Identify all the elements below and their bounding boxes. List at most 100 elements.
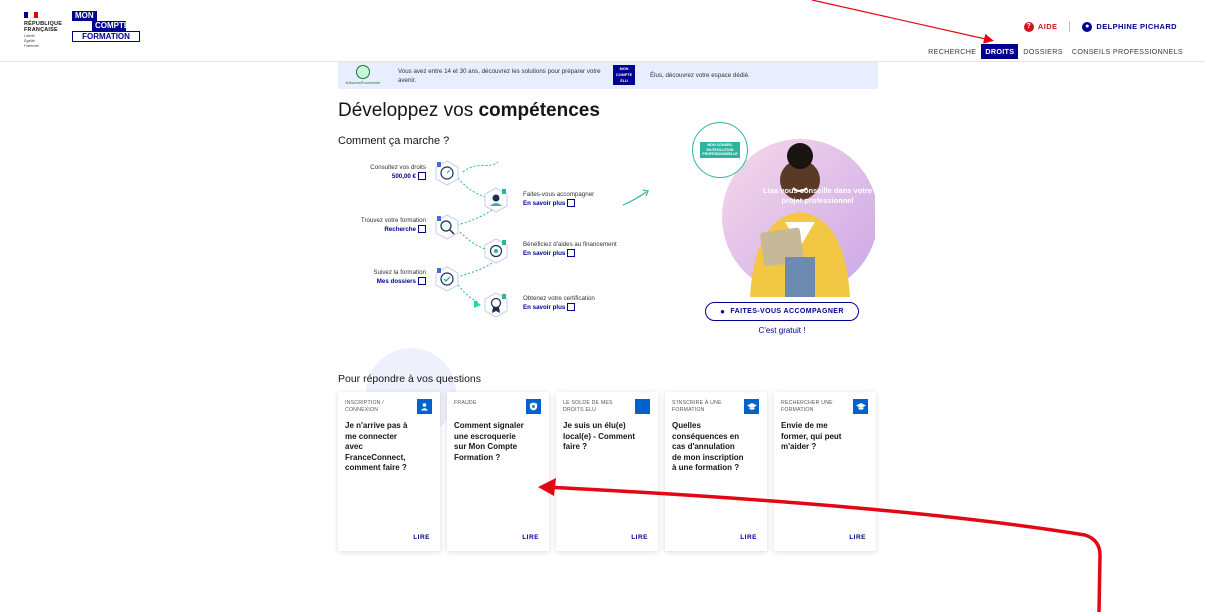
mon-compte-formation-logo[interactable]: MON COMPTE FORMATION — [72, 11, 140, 42]
faq-card-question: Envie de me former, qui peut m'aider ? — [781, 421, 842, 451]
faq-card-solde-elu[interactable]: LE SOLDE DE MES DROITS ELU Je suis un él… — [556, 392, 658, 551]
steps-diagram: Consultez vos droits 500,00 € Faites-vou… — [338, 150, 678, 325]
step-5-link-text: Mes dossiers — [376, 278, 416, 285]
faq-card-question: Comment signaler une escroquerie sur Mon… — [454, 421, 524, 462]
external-link-icon — [418, 277, 426, 286]
step-5-link[interactable]: Mes dossiers — [348, 277, 426, 286]
step-4-link[interactable]: En savoir plus — [523, 249, 663, 258]
jeunes-avenir-logo[interactable]: #JeunesPourAvenir — [344, 65, 382, 87]
external-link-icon — [567, 199, 576, 208]
free-note: C'est gratuit ! — [758, 326, 806, 335]
shield-icon — [526, 399, 541, 414]
external-link-icon — [567, 249, 576, 258]
step-financing: Bénéficiez d'aides au financement En sav… — [523, 240, 663, 258]
faq-card-inscrire-formation[interactable]: S'INSCRIRE À UNE FORMATION Quelles consé… — [665, 392, 767, 551]
step-1-link[interactable]: 500,00 € — [348, 172, 426, 181]
get-support-label: FAITES-VOUS ACCOMPAGNER — [730, 308, 844, 315]
step-2-link[interactable]: En savoir plus — [523, 199, 643, 208]
faq-card-question: Je suis un élu(e) local(e) - Comment fai… — [563, 421, 636, 451]
blank-icon — [635, 399, 650, 414]
step-5-label: Suivez la formation — [373, 269, 426, 276]
external-link-icon — [418, 225, 426, 234]
faq-card-category: INSCRIPTION / CONNEXION — [345, 400, 384, 413]
how-it-works-heading: Comment ça marche ? — [338, 135, 450, 147]
info-banner: #JeunesPourAvenir Vous avez entre 14 et … — [338, 62, 878, 89]
faq-card-fraude[interactable]: FRAUDE Comment signaler une escroquerie … — [447, 392, 549, 551]
logo-line-mon: MON — [72, 11, 97, 21]
banner-youth-link[interactable]: Vous avez entre 14 et 30 ans, découvrez … — [398, 67, 608, 85]
magnifier-icon — [435, 214, 459, 240]
page-title-regular: Développez vos — [338, 100, 479, 121]
page-title-bold: compétences — [478, 100, 600, 121]
get-support-button[interactable]: ● FAITES-VOUS ACCOMPAGNER — [705, 302, 859, 321]
faq-card-category: FRAUDE — [454, 400, 477, 406]
graduation-cap-icon — [853, 399, 868, 414]
elu-logo-line-3: ÉLU — [620, 79, 628, 83]
republique-francaise-logo[interactable]: RÉPUBLIQUE FRANÇAISE Liberté Égalité Fra… — [24, 12, 66, 48]
header-separator — [1069, 21, 1071, 32]
question-mark-icon: ? — [1023, 21, 1034, 32]
step-1-link-text: 500,00 € — [391, 173, 416, 180]
read-link[interactable]: LIRE — [631, 534, 648, 541]
step-2-label: Faites-vous accompagner — [523, 191, 595, 198]
logo-line-formation: FORMATION — [72, 31, 140, 42]
step-consult-rights: Consultez vos droits 500,00 € — [348, 163, 426, 181]
step-follow-training: Suivez la formation Mes dossiers — [348, 268, 426, 286]
read-link[interactable]: LIRE — [413, 534, 430, 541]
jeunes-avenir-badge-icon — [356, 65, 370, 79]
funding-icon — [484, 238, 508, 264]
step-get-support: Faites-vous accompagner En savoir plus — [523, 190, 643, 208]
read-link[interactable]: LIRE — [849, 534, 866, 541]
account-icon: ● — [1082, 21, 1093, 32]
motto-fraternite: Fraternité — [24, 44, 39, 48]
republique-line-2: FRANÇAISE — [24, 27, 58, 33]
step-3-link-text: Recherche — [384, 226, 416, 233]
conseil-evolution-badge: MON CONSEIL EN ÉVOLUTION PROFESSIONNELLE — [692, 122, 748, 178]
read-link[interactable]: LIRE — [522, 534, 539, 541]
step-find-training: Trouvez votre formation Recherche — [338, 216, 426, 234]
person-icon: ● — [720, 307, 726, 316]
read-link[interactable]: LIRE — [740, 534, 757, 541]
help-link[interactable]: ? AIDE — [1023, 21, 1058, 32]
step-certification: Obtenez votre certification En savoir pl… — [523, 294, 643, 312]
site-header: RÉPUBLIQUE FRANÇAISE Liberté Égalité Fra… — [0, 0, 1205, 62]
faq-card-category: S'INSCRIRE À UNE FORMATION — [672, 400, 722, 413]
user-account-link[interactable]: ● DELPHINE PICHARD — [1082, 21, 1177, 32]
gauge-icon — [435, 160, 459, 186]
user-icon — [417, 399, 432, 414]
help-label: AIDE — [1037, 22, 1058, 31]
french-flag-icon — [24, 12, 38, 18]
step-4-label: Bénéficiez d'aides au financement — [523, 241, 617, 248]
main-navigation: RECHERCHE DROITS DOSSIERS CONSEILS PROFE… — [923, 44, 1187, 59]
header-tools: ? AIDE ● DELPHINE PICHARD — [1023, 21, 1177, 32]
faq-card-question: Quelles conséquences en cas d'annulation… — [672, 421, 744, 472]
nav-item-recherche[interactable]: RECHERCHE — [924, 44, 980, 59]
external-link-icon — [418, 172, 426, 181]
faq-heading: Pour répondre à vos questions — [338, 373, 482, 385]
nav-item-dossiers[interactable]: DOSSIERS — [1019, 44, 1067, 59]
nav-item-conseils-professionnels[interactable]: CONSEILS PROFESSIONNELS — [1068, 44, 1187, 59]
motto-liberte: Liberté — [24, 34, 35, 38]
step-6-link[interactable]: En savoir plus — [523, 303, 643, 312]
advisor-caption: Lisa vous conseille dans votre projet pr… — [763, 186, 872, 205]
nav-item-droits[interactable]: DROITS — [981, 44, 1019, 59]
step-2-link-text: En savoir plus — [523, 200, 566, 207]
page-title: Développez vos compétences — [338, 100, 600, 122]
faq-cards: INSCRIPTION / CONNEXION Je n'arrive pas … — [338, 392, 876, 551]
faq-card-category: RECHERCHER UNE FORMATION — [781, 400, 833, 413]
motto-egalite: Égalité — [24, 39, 35, 43]
advisor-icon — [484, 187, 508, 213]
step-3-link[interactable]: Recherche — [338, 225, 426, 234]
advisor-illustration: MON CONSEIL EN ÉVOLUTION PROFESSIONNELLE… — [692, 122, 878, 297]
jeunes-avenir-hashtag: #JeunesPourAvenir — [345, 80, 381, 85]
faq-card-rechercher-formation[interactable]: RECHERCHER UNE FORMATION Envie de me for… — [774, 392, 876, 551]
step-1-label: Consultez vos droits — [370, 164, 426, 171]
badge-line-3: PROFESSIONNELLE — [702, 152, 738, 157]
faq-card-inscription[interactable]: INSCRIPTION / CONNEXION Je n'arrive pas … — [338, 392, 440, 551]
mon-compte-elu-logo[interactable]: MON COMPTE ÉLU — [613, 65, 635, 85]
banner-elu-link[interactable]: Élus, découvrez votre espace dédié. — [650, 72, 750, 79]
faq-card-category: LE SOLDE DE MES DROITS ELU — [563, 400, 613, 413]
step-6-label: Obtenez votre certification — [523, 295, 595, 302]
step-6-link-text: En savoir plus — [523, 304, 566, 311]
step-3-label: Trouvez votre formation — [360, 217, 426, 224]
